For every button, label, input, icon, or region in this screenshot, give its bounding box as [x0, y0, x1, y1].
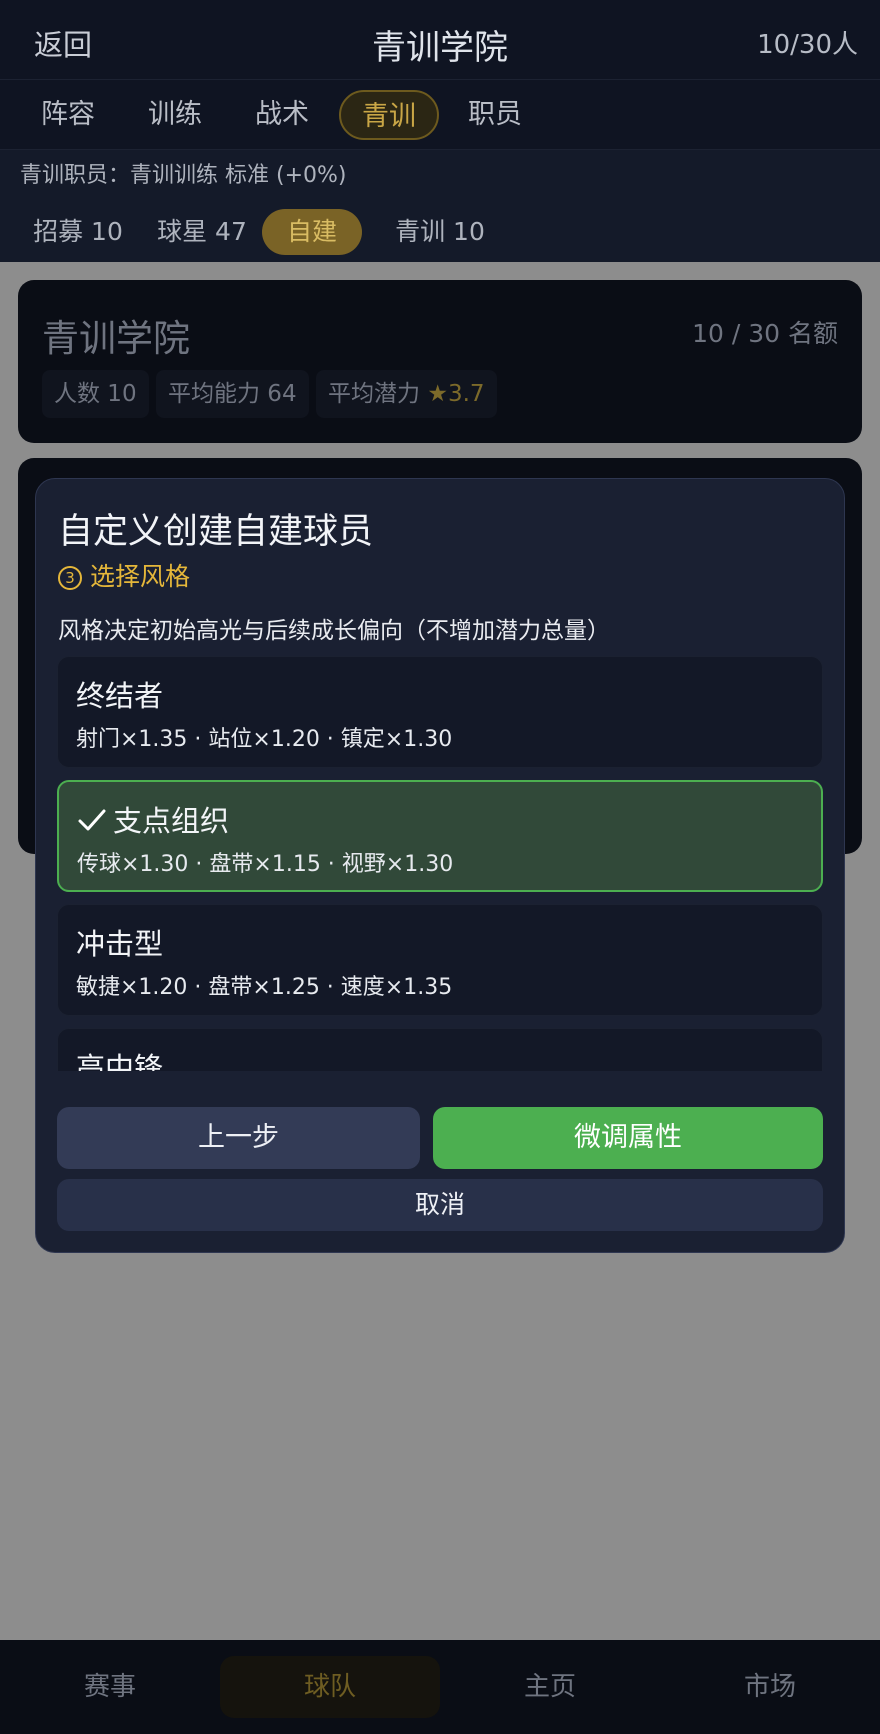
youth-staff-info: 青训职员：青训训练 标准 (+0%) — [0, 150, 880, 202]
academy-quota: 10 / 30 名额 — [692, 319, 838, 348]
top-bar: 返回 青训学院 10/30人 — [0, 0, 880, 80]
nav-team[interactable]: 球队 — [220, 1656, 440, 1718]
option-stats: 射门×1.35 · 站位×1.20 · 镇定×1.30 — [76, 727, 453, 752]
style-option-finisher[interactable]: 终结者 射门×1.35 · 站位×1.20 · 镇定×1.30 — [57, 656, 823, 768]
option-name: 高中锋 — [76, 1051, 164, 1071]
dialog-title: 自定义创建自建球员 — [58, 512, 374, 552]
style-option-target-playmaker[interactable]: 支点组织 传球×1.30 · 盘带×1.15 · 视野×1.30 — [57, 780, 823, 892]
main-tabs: 阵容 训练 战术 青训 职员 — [0, 80, 880, 150]
stat-avg-potential-label: 平均潜力 — [328, 381, 420, 407]
squad-count: 10/30人 — [757, 30, 858, 60]
step-label: 选择风格 — [90, 562, 191, 591]
subtab-youth[interactable]: 青训 10 — [380, 209, 500, 255]
option-name: 终结者 — [76, 679, 164, 713]
star-icon: ★ — [427, 381, 448, 407]
style-option-target-man[interactable]: 高中锋 — [57, 1028, 823, 1071]
style-description: 风格决定初始高光与后续成长偏向（不增加潜力总量） — [58, 618, 610, 644]
option-name: 支点组织 — [77, 798, 229, 840]
style-option-list[interactable]: 终结者 射门×1.35 · 站位×1.20 · 镇定×1.30 支点组织 传球×… — [57, 656, 823, 1071]
create-player-dialog: 自定义创建自建球员 3 选择风格 风格决定初始高光与后续成长偏向（不增加潜力总量）… — [35, 478, 845, 1253]
stat-avg-potential-value: 3.7 — [447, 381, 485, 407]
tab-lineup[interactable]: 阵容 — [28, 90, 108, 140]
academy-summary-card: 青训学院 10 / 30 名额 人数 10 平均能力 64 平均潜力 ★3.7 — [18, 280, 862, 443]
check-icon — [78, 809, 106, 831]
tab-youth[interactable]: 青训 — [339, 90, 439, 140]
tab-training[interactable]: 训练 — [135, 90, 215, 140]
subtab-stars[interactable]: 球星 47 — [142, 209, 262, 255]
subtab-recruit[interactable]: 招募 10 — [18, 209, 138, 255]
previous-step-button[interactable]: 上一步 — [57, 1107, 420, 1169]
option-stats: 传球×1.30 · 盘带×1.15 · 视野×1.30 — [77, 852, 454, 877]
subtab-custom[interactable]: 自建 — [262, 209, 362, 255]
stat-avg-potential: 平均潜力 ★3.7 — [316, 370, 497, 418]
stat-avg-ability: 平均能力 64 — [156, 370, 309, 418]
cancel-button[interactable]: 取消 — [57, 1179, 823, 1231]
option-name: 冲击型 — [76, 927, 164, 961]
nav-matches[interactable]: 赛事 — [0, 1656, 220, 1718]
nav-home[interactable]: 主页 — [440, 1656, 660, 1718]
step-indicator: 3 选择风格 — [58, 557, 190, 593]
sub-tabs: 招募 10 球星 47 自建 青训 10 — [0, 202, 880, 262]
page-title: 青训学院 — [372, 28, 508, 68]
tab-tactics[interactable]: 战术 — [242, 90, 322, 140]
tab-staff[interactable]: 职员 — [455, 90, 535, 140]
bottom-nav: 赛事 球队 主页 市场 — [0, 1640, 880, 1734]
option-name-text: 支点组织 — [113, 804, 230, 838]
stat-headcount: 人数 10 — [42, 370, 149, 418]
fine-tune-attributes-button[interactable]: 微调属性 — [433, 1107, 823, 1169]
nav-market[interactable]: 市场 — [660, 1656, 880, 1718]
style-option-dynamic[interactable]: 冲击型 敏捷×1.20 · 盘带×1.25 · 速度×1.35 — [57, 904, 823, 1016]
step-number-badge: 3 — [58, 566, 82, 590]
academy-name: 青训学院 — [42, 317, 190, 360]
option-stats: 敏捷×1.20 · 盘带×1.25 · 速度×1.35 — [76, 975, 453, 1000]
